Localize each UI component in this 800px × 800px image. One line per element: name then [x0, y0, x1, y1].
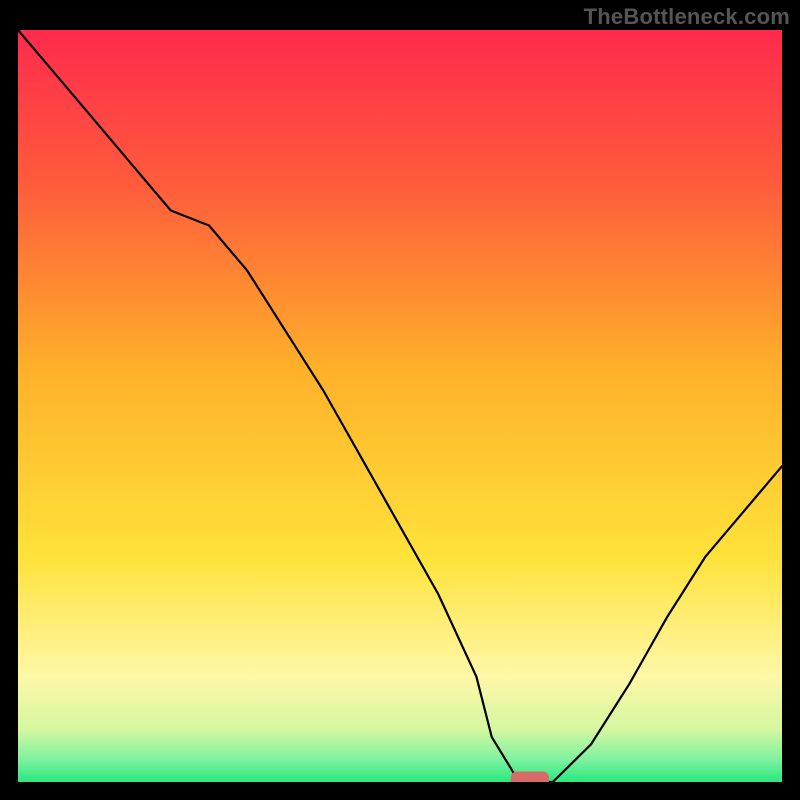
chart-frame: TheBottleneck.com — [0, 0, 800, 800]
plot-area — [18, 30, 782, 782]
selected-point-marker — [511, 772, 549, 783]
watermark-text: TheBottleneck.com — [584, 4, 790, 30]
plot-svg — [18, 30, 782, 782]
plot-background — [18, 30, 782, 782]
